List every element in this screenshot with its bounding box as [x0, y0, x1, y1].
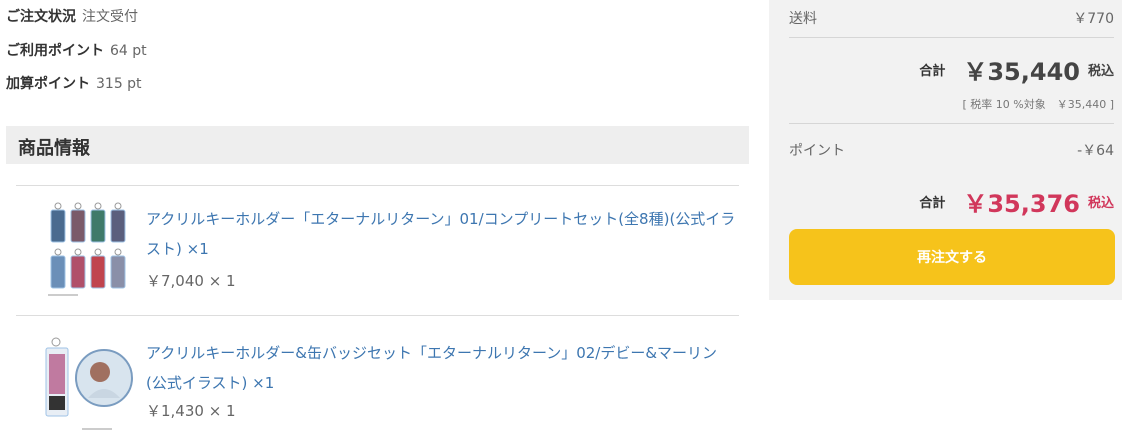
product-thumbnail-keychain-set[interactable] — [38, 200, 138, 300]
final-total-tax-label: 税込 — [1087, 196, 1114, 211]
divider — [789, 123, 1114, 124]
used-points-row: ご利用ポイント 64 pt — [6, 40, 147, 60]
used-points-value: 64 pt — [110, 43, 147, 59]
points-value: -￥64 — [1077, 143, 1114, 159]
final-total-amount: ￥35,376 — [963, 190, 1080, 218]
total-tax-label: 税込 — [1087, 64, 1114, 79]
order-status-value: 注文受付 — [82, 9, 138, 25]
product-title-link[interactable]: アクリルキーホルダー「エターナルリターン」01/コンプリートセット(全8種)(公… — [146, 204, 736, 264]
product-price: ￥1,430 × 1 — [146, 402, 236, 420]
tax-note: [ 税率 10 %対象 ￥35,440 ] — [962, 98, 1114, 111]
product-info-title: 商品情報 — [18, 138, 90, 159]
divider — [16, 315, 739, 316]
total-amount: ￥35,440 — [963, 58, 1080, 86]
order-status-row: ご注文状況 注文受付 — [6, 6, 138, 26]
final-total-row: 合計 ￥35,376 税込 — [919, 184, 1114, 219]
order-status-label: ご注文状況 — [6, 9, 76, 25]
added-points-value: 315 pt — [96, 76, 142, 92]
product-thumbnail-keychain-badge[interactable] — [38, 334, 138, 434]
list-item: アクリルキーホルダー「エターナルリターン」01/コンプリートセット(全8種)(公… — [16, 202, 739, 304]
product-info-header: 商品情報 — [6, 126, 749, 164]
shipping-value: ￥770 — [1073, 11, 1114, 27]
added-points-label: 加算ポイント — [6, 76, 90, 92]
used-points-label: ご利用ポイント — [6, 43, 104, 59]
divider — [789, 37, 1114, 38]
total-label: 合計 — [919, 64, 946, 79]
points-row: ポイント -￥64 — [789, 140, 1114, 160]
final-total-label: 合計 — [919, 196, 946, 211]
shipping-row: 送料 ￥770 — [789, 8, 1114, 28]
shipping-label: 送料 — [789, 11, 817, 27]
added-points-row: 加算ポイント 315 pt — [6, 73, 142, 93]
list-item: アクリルキーホルダー&缶バッジセット「エターナルリターン」02/デビー&マーリン… — [16, 337, 739, 438]
product-price: ￥7,040 × 1 — [146, 272, 236, 290]
points-label: ポイント — [789, 143, 845, 159]
reorder-button[interactable]: 再注文する — [789, 229, 1115, 285]
divider — [16, 185, 739, 186]
order-summary-panel: 送料 ￥770 合計 ￥35,440 税込 [ 税率 10 %対象 ￥35,440 … — [769, 0, 1122, 300]
product-title-link[interactable]: アクリルキーホルダー&缶バッジセット「エターナルリターン」02/デビー&マーリン… — [146, 338, 736, 398]
subtotal-row: 合計 ￥35,440 税込 — [919, 52, 1114, 87]
